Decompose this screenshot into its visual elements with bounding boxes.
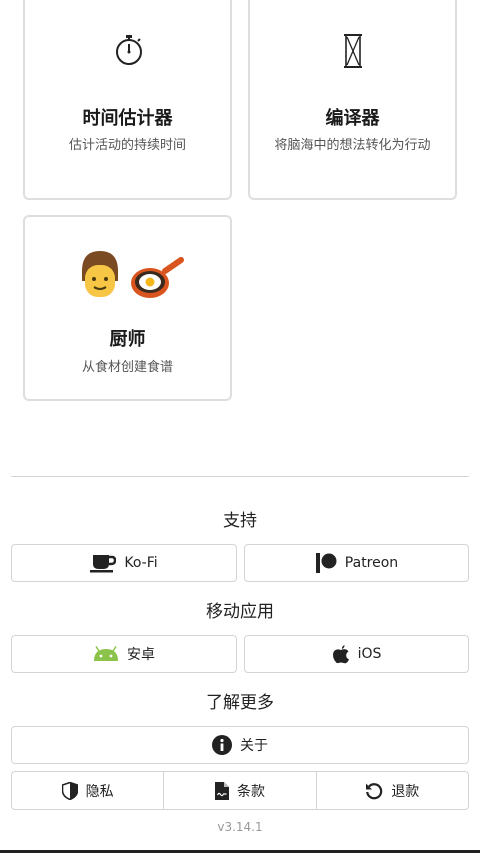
- about-button[interactable]: 关于: [11, 726, 469, 764]
- ios-label: iOS: [357, 646, 382, 662]
- legal-button-group: 隐私 条款 退款: [11, 771, 469, 810]
- support-heading: 支持: [223, 511, 257, 531]
- frying-pan-icon: [129, 255, 185, 305]
- tool-description: 从食材创建食谱: [81, 360, 173, 375]
- tool-description: 估计活动的持续时间: [68, 138, 186, 153]
- android-label: 安卓: [127, 647, 155, 663]
- tool-card-compiler[interactable]: 编译器 将脑海中的想法转化为行动: [248, 0, 457, 200]
- version-text: v3.14.1: [217, 820, 263, 834]
- kofi-button[interactable]: Ko-Fi: [11, 544, 237, 582]
- stopwatch-icon: [114, 34, 144, 70]
- mobile-apps-heading: 移动应用: [206, 602, 274, 622]
- refund-label: 退款: [391, 783, 420, 800]
- hourglass-icon: [344, 34, 362, 72]
- apple-icon: [332, 644, 350, 664]
- info-icon: [212, 735, 232, 755]
- android-icon: [93, 646, 119, 662]
- coffee-cup-icon: [90, 553, 117, 573]
- tool-description: 将脑海中的想法转化为行动: [274, 138, 431, 153]
- learn-more-heading: 了解更多: [206, 693, 274, 713]
- patreon-label: Patreon: [344, 555, 399, 571]
- section-divider: [11, 476, 469, 477]
- android-button[interactable]: 安卓: [11, 635, 237, 673]
- cook-icon: [79, 247, 121, 303]
- patreon-button[interactable]: Patreon: [244, 544, 469, 582]
- tool-title: 编译器: [325, 108, 380, 129]
- patreon-icon: [315, 552, 337, 574]
- refund-button[interactable]: 退款: [315, 772, 468, 809]
- tool-card-chef[interactable]: 厨师 从食材创建食谱: [23, 215, 232, 401]
- tool-title: 时间估计器: [82, 108, 173, 129]
- ios-button[interactable]: iOS: [244, 635, 469, 673]
- about-label: 关于: [240, 738, 268, 754]
- undo-icon: [365, 782, 383, 800]
- privacy-button[interactable]: 隐私: [12, 772, 163, 809]
- signed-document-icon: [214, 781, 229, 800]
- tool-card-time-estimator[interactable]: 时间估计器 估计活动的持续时间: [23, 0, 232, 200]
- privacy-label: 隐私: [85, 783, 114, 800]
- terms-label: 条款: [236, 783, 265, 800]
- terms-button[interactable]: 条款: [163, 772, 315, 809]
- shield-icon: [61, 781, 78, 800]
- kofi-label: Ko-Fi: [124, 555, 158, 571]
- tool-title: 厨师: [109, 329, 146, 350]
